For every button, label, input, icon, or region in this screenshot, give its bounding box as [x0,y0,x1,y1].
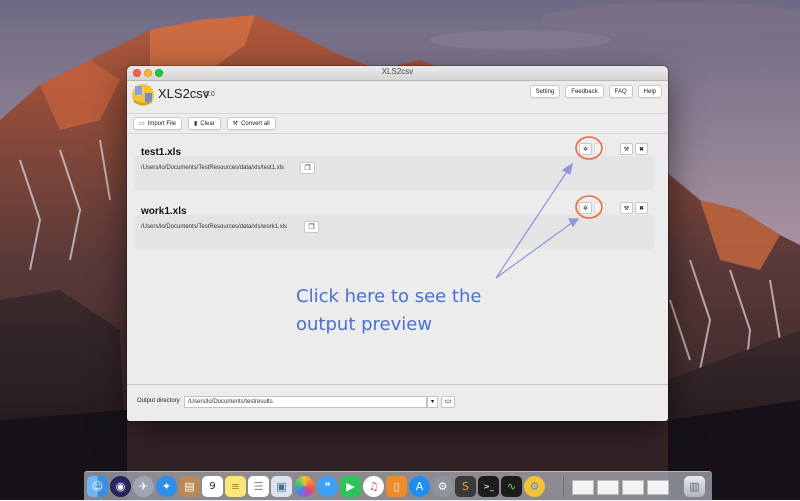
launchpad-icon[interactable]: ✈ [133,476,154,497]
remove-file-button[interactable]: ✖ [635,143,648,155]
itunes-icon[interactable]: ♫ [363,476,384,497]
blank-button[interactable] [594,202,606,214]
photos-icon[interactable] [294,476,315,497]
convert-all-label: Convert all [241,120,270,127]
app-header: XLS2csv 5.0 Setting Feedback FAQ Help [127,81,668,111]
file-path: /Users/lo/Documents/TestResources/data/x… [141,165,285,171]
browse-folder-button[interactable]: ▭ [441,396,455,408]
clear-button[interactable]: ▮ Clear [188,117,221,130]
reminders-icon[interactable]: ☰ [248,476,269,497]
siri-icon[interactable]: ◉ [110,476,131,497]
chevron-down-icon: ▾ [430,399,434,405]
gear-icon: ✲ [582,205,589,212]
facetime-icon[interactable]: ▶ [340,476,361,497]
xls2csv-icon[interactable]: ⚙ [524,476,545,497]
toolbar: ▭ Import File ▮ Clear ⚒ Convert all [127,113,668,134]
dock: ☺ ◉ ✈ ✦ ▤ 9 ≡ ☰ ▣ ❝ ▶ ♫ ▯ A ⚙ S >_ ∿ ⚙ ▥ [84,471,712,501]
output-bar: Output directory /Users/lo/Documents/tes… [127,384,668,421]
close-icon: ✖ [638,146,645,153]
finder-icon[interactable]: ☺ [87,476,108,497]
file-path: /Users/lo/Documents/TestResources/data/x… [141,224,288,230]
convert-button[interactable]: ⚒ [620,202,633,214]
convert-button[interactable]: ⚒ [620,143,633,155]
calendar-icon[interactable]: 9 [202,476,223,497]
system-preferences-icon[interactable]: ⚙ [432,476,453,497]
hammer-icon: ⚒ [623,205,630,212]
spreadsheet-thumb-icon[interactable] [622,480,644,495]
calendar-day: 9 [209,481,216,492]
clear-label: Clear [200,120,215,127]
copy-icon: ❐ [308,224,315,231]
hammer-icon: ⚒ [232,121,239,127]
activity-monitor-icon[interactable]: ∿ [501,476,522,497]
import-file-button[interactable]: ▭ Import File [133,117,183,130]
file-card: test1.xls ✲ ⚒ ✖ /Users/lo/Documents/Test… [134,138,654,190]
faq-button[interactable]: FAQ [608,85,633,98]
file-card: work1.xls ✲ ⚒ ✖ /Users/lo/Documents/Test… [134,197,654,249]
preview-output-button[interactable]: ✲ [579,202,592,214]
feedback-button[interactable]: Feedback [565,85,604,98]
notes-icon[interactable]: ≡ [225,476,246,497]
title-bar: XLS2csv [127,66,668,81]
convert-all-button[interactable]: ⚒ Convert all [226,117,276,130]
help-button[interactable]: Help [637,85,662,98]
output-directory-label: Output directory [137,398,180,404]
window-title: XLS2csv [381,67,414,76]
downloads-thumb-icon[interactable] [572,480,594,495]
document-thumb-icon[interactable] [597,480,619,495]
safari-icon[interactable]: ✦ [156,476,177,497]
trash-icon: ▮ [194,121,198,127]
file-name: work1.xls [141,206,187,217]
ibooks-icon[interactable]: ▯ [386,476,407,497]
setting-button[interactable]: Setting [529,85,561,98]
preview-icon[interactable]: ▣ [271,476,292,497]
preview-output-button[interactable]: ✲ [579,143,592,155]
app-store-icon[interactable]: A [409,476,430,497]
annotation-text: Click here to see the output preview [296,283,481,339]
copy-path-button[interactable]: ❐ [300,162,315,174]
import-file-label: Import File [147,120,177,127]
app-name: XLS2csv [158,86,210,101]
messages-icon[interactable]: ❝ [317,476,338,497]
annotation-line-2: output preview [296,314,433,335]
hammer-icon: ⚒ [623,146,630,153]
blank-button[interactable] [594,143,606,155]
folder-open-icon: ▭ [139,121,145,127]
spreadsheet-thumb-icon[interactable] [647,480,669,495]
sublime-icon[interactable]: S [455,476,476,497]
contacts-icon[interactable]: ▤ [179,476,200,497]
xls2csv-logo-icon [132,84,154,106]
trash-icon[interactable]: ▥ [684,476,705,497]
file-name: test1.xls [141,147,182,158]
dock-separator [563,476,564,497]
gear-icon: ✲ [582,146,589,153]
output-directory-dropdown[interactable]: ▾ [427,396,438,408]
copy-icon: ❐ [304,165,311,172]
terminal-icon[interactable]: >_ [478,476,499,497]
app-window: XLS2csv XLS2csv 5.0 Setting Feedback FAQ… [127,66,668,421]
annotation-line-1: Click here to see the [296,286,482,307]
app-version: 5.0 [205,91,215,98]
folder-icon: ▭ [444,398,452,405]
copy-path-button[interactable]: ❐ [304,221,319,233]
output-directory-field[interactable]: /Users/lo/Documents/testresults [184,396,427,408]
remove-file-button[interactable]: ✖ [635,202,648,214]
close-icon: ✖ [638,205,645,212]
